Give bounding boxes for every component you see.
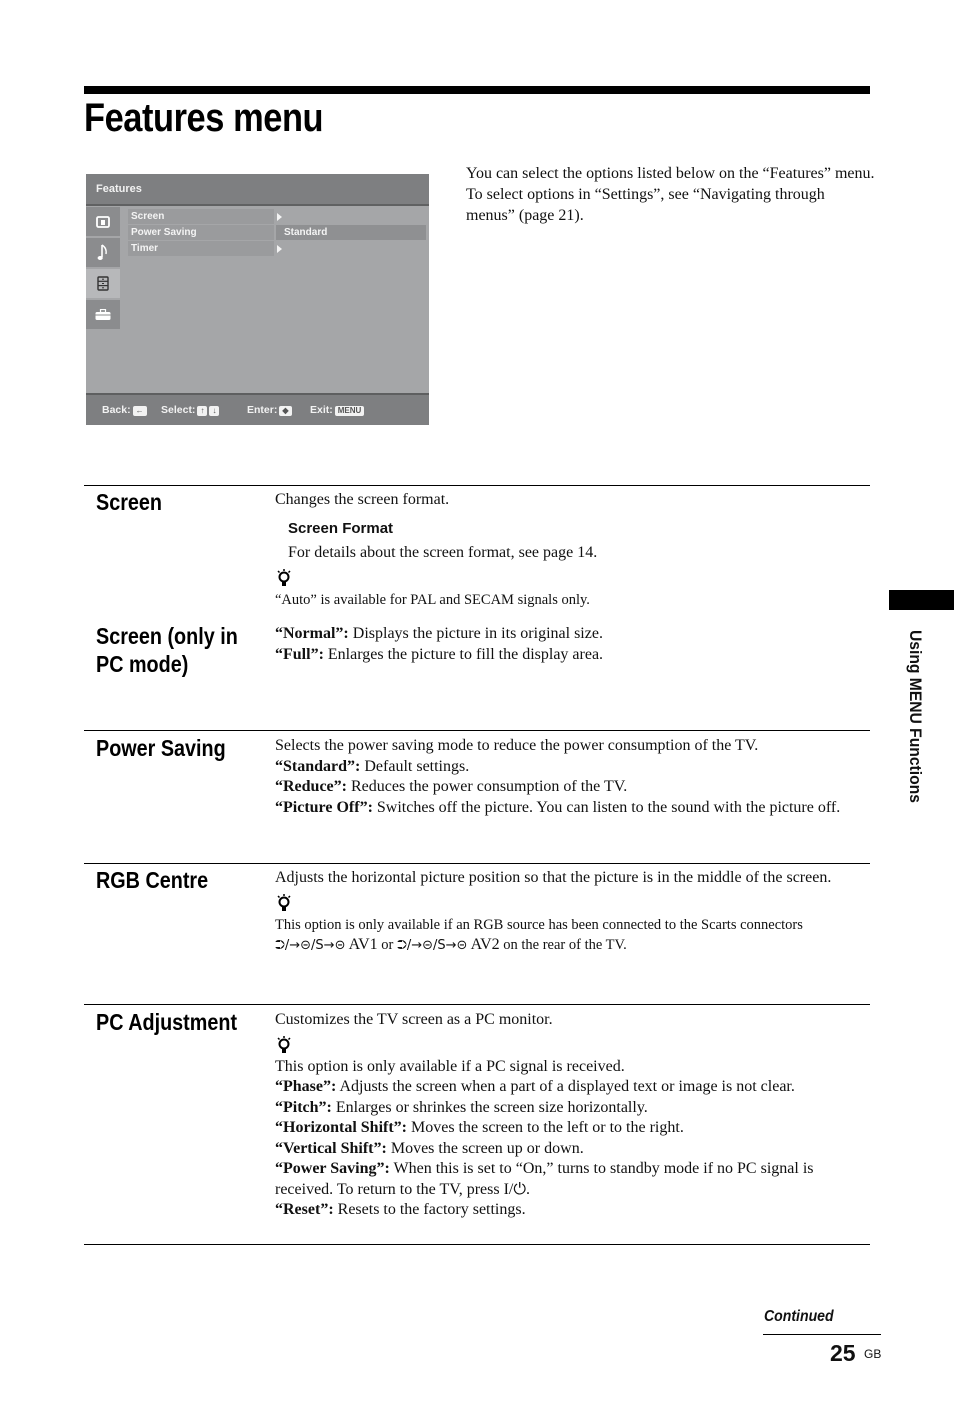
- option-item: “Vertical Shift”: Moves the screen up or…: [275, 1139, 584, 1157]
- option-item: “Reduce”: Reduces the power consumption …: [275, 778, 628, 795]
- back-key-icon: ←: [132, 406, 147, 416]
- section-divider: [84, 485, 870, 486]
- section-body-screen: Changes the screen format. Screen Format…: [275, 490, 875, 610]
- scart-connector-icon: ⮊/→⊝/S→⊝: [396, 938, 468, 953]
- enter-key-icon: ◆: [279, 406, 292, 416]
- footer-exit: Exit: MENU: [310, 404, 365, 416]
- section-body-pc-adjustment: Customizes the TV screen as a PC monitor…: [275, 1010, 875, 1221]
- page-title: Features menu: [84, 96, 324, 140]
- section-desc: Selects the power saving mode to reduce …: [275, 737, 759, 754]
- footer-enter: Enter: ◆: [247, 404, 292, 416]
- hint-lightbulb-icon: [277, 568, 291, 586]
- picture-icon: [86, 207, 120, 236]
- section-title-pc-adjustment: PC Adjustment: [96, 1009, 238, 1035]
- hint-text: “Auto” is available for PAL and SECAM si…: [275, 591, 590, 608]
- section-body-screen-pc: “Normal”: Displays the picture in its or…: [275, 624, 875, 665]
- features-icon: [86, 269, 120, 298]
- section-body-power-saving: Selects the power saving mode to reduce …: [275, 736, 875, 818]
- chevron-right-icon: [277, 213, 282, 221]
- footer-select: Select: ↑ ↓: [161, 404, 220, 416]
- footer-rule: [763, 1334, 881, 1335]
- up-key-icon: ↑: [197, 406, 208, 416]
- option-item: “Horizontal Shift”: Moves the screen to …: [275, 1119, 684, 1136]
- option-item: “Phase”: Adjusts the screen when a part …: [275, 1078, 795, 1095]
- hint-lightbulb-icon: [277, 1035, 291, 1053]
- tv-menu-row-label: Timer: [128, 241, 274, 256]
- section-desc: Customizes the TV screen as a PC monitor…: [275, 1011, 553, 1028]
- option-item: “Full”: Enlarges the picture to fill the…: [275, 645, 604, 663]
- section-body-rgb-centre: Adjusts the horizontal picture position …: [275, 868, 875, 957]
- sound-icon: [86, 238, 120, 267]
- option-item: “Standard”: Default settings.: [275, 757, 470, 775]
- section-divider: [84, 863, 870, 864]
- section-title-screen: Screen: [96, 489, 162, 515]
- hint-text: This option is only available if a PC si…: [275, 1057, 625, 1075]
- tv-menu-header-title: Features: [96, 183, 142, 195]
- section-desc: Adjusts the horizontal picture position …: [275, 869, 832, 886]
- down-key-icon: ↓: [209, 406, 220, 416]
- section-divider: [84, 730, 870, 731]
- menu-key-icon: MENU: [334, 406, 365, 416]
- settings-icon: [86, 300, 120, 329]
- chapter-tab-marker: [889, 590, 954, 610]
- tv-menu-footer: Back: ← Select: ↑ ↓ Enter: ◆ Exit: MENU: [86, 393, 429, 425]
- sub-heading: Screen Format: [288, 519, 394, 537]
- option-item: “Normal”: Displays the picture in its or…: [275, 625, 603, 642]
- sub-text: For details about the screen format, see…: [288, 544, 598, 561]
- section-title-rgb-centre: RGB Centre: [96, 867, 209, 893]
- option-item: “Power Saving”: When this is set to “On,…: [275, 1160, 814, 1198]
- tv-menu-row-label: Power Saving: [128, 225, 274, 240]
- intro-paragraph: You can select the options listed below …: [466, 165, 875, 224]
- hint-text: This option is only available if an RGB …: [275, 915, 875, 957]
- footer-back: Back: ←: [102, 404, 147, 416]
- tv-menu-header: Features: [86, 174, 429, 206]
- section-divider: [84, 1244, 870, 1245]
- continued-label: Continued: [764, 1308, 834, 1325]
- section-title-power-saving: Power Saving: [96, 735, 226, 761]
- option-item: “Picture Off”: Switches off the picture.…: [275, 798, 841, 816]
- tv-menu-row-label: Screen: [128, 209, 274, 224]
- tv-menu-row-value: Standard: [276, 225, 426, 240]
- scart-connector-icon: ⮊/→⊝/S→⊝: [275, 938, 346, 953]
- section-title-screen-pc: Screen (only in PC mode): [96, 623, 238, 677]
- option-item: “Pitch”: Enlarges or shrinkes the screen…: [275, 1098, 648, 1116]
- tv-menu-icon-column: [86, 207, 120, 331]
- tv-menu-screenshot: Features Screen Power Saving Standard Ti…: [86, 174, 429, 425]
- title-rule: [84, 86, 870, 94]
- chapter-tab-label: Using MENU Functions: [906, 630, 925, 803]
- option-item: “Reset”: Resets to the factory settings.: [275, 1201, 526, 1218]
- chevron-right-icon: [277, 245, 282, 253]
- hint-lightbulb-icon: [277, 893, 291, 911]
- page-number: 25: [830, 1340, 856, 1366]
- page-language: GB: [864, 1347, 882, 1361]
- section-divider: [84, 1004, 870, 1005]
- section-desc: Changes the screen format.: [275, 491, 450, 508]
